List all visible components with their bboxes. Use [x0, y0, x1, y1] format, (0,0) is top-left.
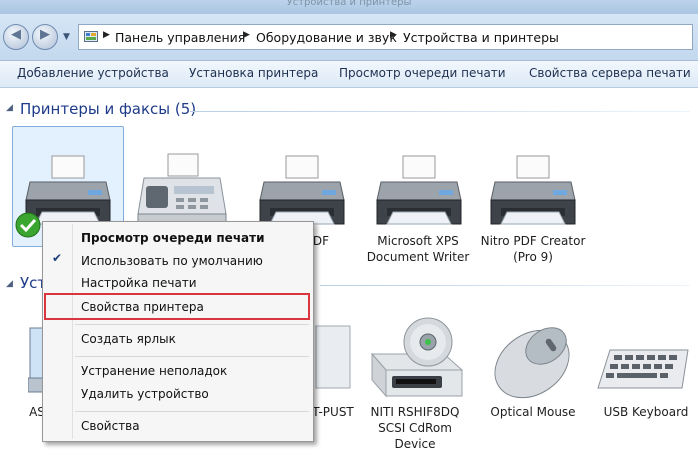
menu-gutter [72, 224, 73, 439]
menu-item-printing-preferences[interactable]: Настройка печати [81, 276, 197, 290]
forward-arrow-icon: ▶ [40, 27, 50, 42]
breadcrumb-separator-icon[interactable]: ▶ [103, 30, 110, 40]
printer-icon [376, 155, 462, 225]
collapse-group-icon[interactable]: ◢ [6, 279, 13, 289]
breadcrumb-separator-icon[interactable]: ▶ [390, 30, 397, 40]
breadcrumb-hardware-sound[interactable]: Оборудование и звук [256, 30, 397, 45]
group-divider [320, 285, 690, 286]
highlight-outline [44, 293, 310, 320]
collapse-group-icon[interactable]: ◢ [6, 103, 13, 113]
printer-item-xps[interactable] [363, 126, 475, 247]
keyboard-icon [597, 349, 689, 389]
back-button[interactable]: ◀ [3, 24, 29, 50]
device-label-cdrom-line3: Device [394, 437, 436, 451]
context-menu: Просмотр очереди печати ✔ Использовать п… [42, 221, 314, 442]
group-divider [190, 111, 690, 112]
mouse-icon [494, 327, 570, 399]
breadcrumb-control-panel[interactable]: Панель управления [115, 30, 245, 45]
cdrom-icon [370, 317, 464, 398]
device-label-xps-line1: Microsoft XPS [377, 234, 459, 248]
menu-separator [75, 411, 309, 412]
printer-item-nitro[interactable] [477, 126, 589, 247]
back-arrow-icon: ◀ [11, 27, 21, 42]
device-label: DF [312, 234, 330, 248]
print-queue-button[interactable]: Просмотр очереди печати [339, 66, 506, 80]
print-server-properties-button[interactable]: Свойства сервера печати [529, 66, 691, 80]
command-bar: Добавление устройства Установка принтера… [0, 61, 698, 88]
menu-separator [75, 356, 309, 357]
menu-item-create-shortcut[interactable]: Создать ярлык [81, 332, 176, 346]
menu-item-properties[interactable]: Свойства [81, 419, 140, 433]
device-label-keyboard: USB Keyboard [603, 405, 689, 419]
device-label-nitro-line2: (Pro 9) [513, 250, 553, 264]
menu-item-print-queue[interactable]: Просмотр очереди печати [81, 231, 265, 245]
menu-item-troubleshoot[interactable]: Устранение неполадок [81, 364, 227, 378]
device-item-cdrom[interactable] [360, 300, 472, 400]
printers-group-title[interactable]: Принтеры и факсы (5) [20, 100, 196, 118]
breadcrumb[interactable]: ▶ Панель управления ▶ Оборудование и зву… [78, 24, 693, 50]
device-label-cdrom-line2: SCSI CdRom [378, 421, 452, 435]
device-label-cdrom-line1: NITI RSHIF8DQ [370, 405, 460, 419]
control-panel-icon [84, 31, 98, 42]
device-label-mouse: Optical Mouse [490, 405, 576, 419]
breadcrumb-devices-printers[interactable]: Устройства и принтеры [403, 30, 559, 45]
default-printer-check-icon [15, 212, 41, 238]
menu-item-set-default[interactable]: Использовать по умолчанию [81, 254, 263, 268]
breadcrumb-separator-icon[interactable]: ▶ [243, 30, 250, 40]
menu-item-remove-device[interactable]: Удалить устройство [81, 387, 209, 401]
forward-button[interactable]: ▶ [32, 24, 58, 50]
device-label-nitro-line1: Nitro PDF Creator [480, 234, 586, 248]
checkmark-icon: ✔ [52, 251, 63, 265]
device-item-keyboard[interactable] [590, 300, 694, 400]
printer-icon [490, 155, 576, 225]
device-label: T-PUST [312, 405, 354, 419]
address-bar: ◀ ▶ ▼ ▶ Панель управления ▶ Оборудование… [0, 14, 698, 61]
monitor-icon [315, 325, 351, 389]
title-bar: Устройства и принтеры [0, 0, 698, 14]
device-item-mouse[interactable] [478, 300, 590, 400]
window-title: Устройства и принтеры [286, 0, 412, 8]
add-printer-button[interactable]: Установка принтера [189, 66, 318, 80]
recent-pages-dropdown-icon[interactable]: ▼ [63, 32, 70, 42]
add-device-button[interactable]: Добавление устройства [17, 66, 169, 80]
device-label-xps-line2: Document Writer [366, 250, 470, 264]
menu-separator [75, 324, 309, 325]
